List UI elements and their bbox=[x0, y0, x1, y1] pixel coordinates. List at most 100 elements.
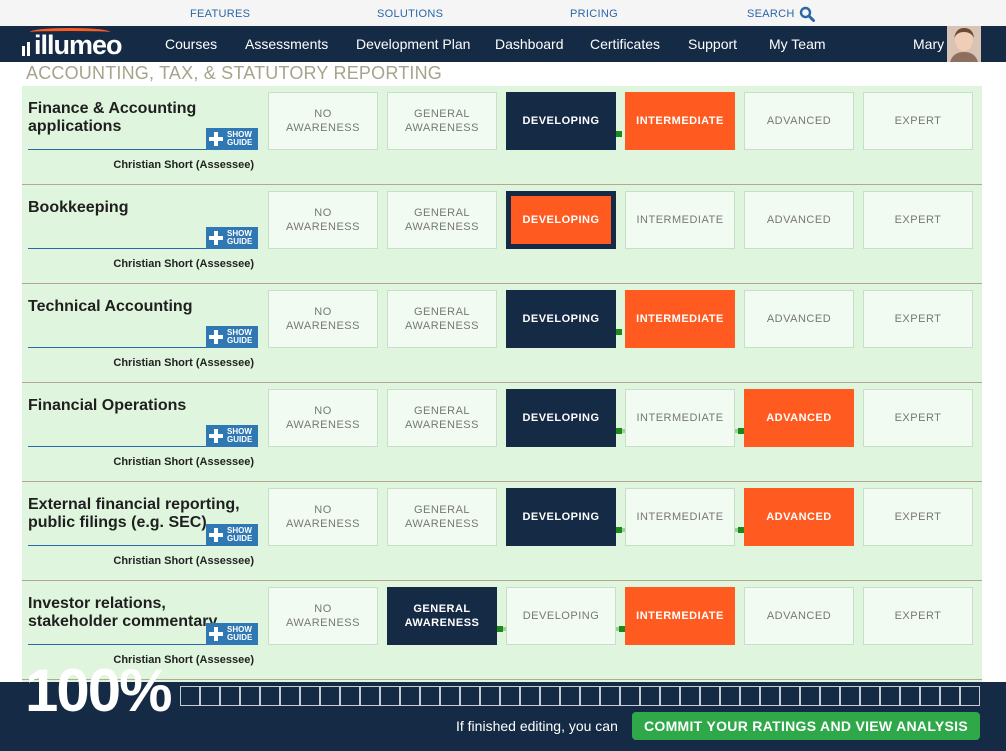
progress-cell bbox=[660, 686, 680, 706]
progress-cell bbox=[360, 686, 380, 706]
progress-cell bbox=[200, 686, 220, 706]
level-no-awareness-button[interactable]: NO AWARENESS bbox=[268, 389, 378, 447]
level-advanced-button[interactable]: ADVANCED bbox=[744, 389, 854, 447]
level-advanced-button[interactable]: ADVANCED bbox=[744, 488, 854, 546]
plus-icon bbox=[209, 528, 223, 542]
features-link[interactable]: FEATURES bbox=[190, 8, 250, 20]
level-expert-button[interactable]: EXPERT bbox=[863, 587, 973, 645]
nav-development-plan[interactable]: Development Plan bbox=[356, 36, 470, 52]
skill-name: Bookkeeping bbox=[28, 199, 129, 216]
user-name[interactable]: Mary bbox=[913, 36, 944, 52]
top-utility-bar: FEATURES SOLUTIONS PRICING SEARCH bbox=[0, 0, 1006, 26]
progress-cell bbox=[220, 686, 240, 706]
level-expert-button[interactable]: EXPERT bbox=[863, 92, 973, 150]
level-general-awareness-button[interactable]: GENERAL AWARENESS bbox=[387, 587, 497, 645]
nav-assessments[interactable]: Assessments bbox=[245, 36, 328, 52]
show-guide-label: SHOW GUIDE bbox=[227, 131, 252, 147]
nav-courses[interactable]: Courses bbox=[165, 36, 217, 52]
progress-cell bbox=[320, 686, 340, 706]
level-expert-button[interactable]: EXPERT bbox=[863, 191, 973, 249]
show-guide-label: SHOW GUIDE bbox=[227, 428, 252, 444]
level-no-awareness-button[interactable]: NO AWARENESS bbox=[268, 191, 378, 249]
level-intermediate-button[interactable]: INTERMEDIATE bbox=[625, 191, 735, 249]
avatar-portrait-icon bbox=[947, 26, 981, 62]
level-developing-button[interactable]: DEVELOPING bbox=[506, 92, 616, 150]
progress-cell bbox=[580, 686, 600, 706]
level-general-awareness-button[interactable]: GENERAL AWARENESS bbox=[387, 191, 497, 249]
level-developing-button[interactable]: DEVELOPING bbox=[506, 389, 616, 447]
show-guide-line2: GUIDE bbox=[227, 633, 253, 642]
assessee-name: Christian Short (Assessee) bbox=[113, 159, 254, 171]
commit-ratings-button[interactable]: COMMIT YOUR RATINGS AND VIEW ANALYSIS bbox=[632, 712, 980, 740]
progress-cell bbox=[840, 686, 860, 706]
progress-cell bbox=[740, 686, 760, 706]
show-guide-button[interactable]: SHOW GUIDE bbox=[206, 227, 258, 249]
progress-cell bbox=[620, 686, 640, 706]
illumeo-logo[interactable]: illumeo bbox=[22, 28, 123, 60]
show-guide-button[interactable]: SHOW GUIDE bbox=[206, 524, 258, 546]
level-no-awareness-button[interactable]: NO AWARENESS bbox=[268, 290, 378, 348]
show-guide-label: SHOW GUIDE bbox=[227, 626, 252, 642]
show-guide-label: SHOW GUIDE bbox=[227, 230, 252, 246]
level-intermediate-button[interactable]: INTERMEDIATE bbox=[625, 488, 735, 546]
show-guide-button[interactable]: SHOW GUIDE bbox=[206, 326, 258, 348]
progress-cell bbox=[380, 686, 400, 706]
nav-my-team[interactable]: My Team bbox=[769, 36, 826, 52]
level-intermediate-button[interactable]: INTERMEDIATE bbox=[625, 587, 735, 645]
level-advanced-button[interactable]: ADVANCED bbox=[744, 587, 854, 645]
level-expert-button[interactable]: EXPERT bbox=[863, 389, 973, 447]
level-no-awareness-button[interactable]: NO AWARENESS bbox=[268, 92, 378, 150]
nav-dashboard[interactable]: Dashboard bbox=[495, 36, 564, 52]
search-control[interactable]: SEARCH bbox=[747, 6, 815, 22]
progress-cells bbox=[180, 686, 980, 706]
progress-cell bbox=[700, 686, 720, 706]
search-icon[interactable] bbox=[799, 6, 815, 22]
progress-cell bbox=[440, 686, 460, 706]
show-guide-button[interactable]: SHOW GUIDE bbox=[206, 623, 258, 645]
user-avatar[interactable] bbox=[947, 26, 981, 62]
level-expert-button[interactable]: EXPERT bbox=[863, 488, 973, 546]
level-general-awareness-button[interactable]: GENERAL AWARENESS bbox=[387, 290, 497, 348]
search-link[interactable]: SEARCH bbox=[747, 8, 795, 20]
progress-cell bbox=[600, 686, 620, 706]
progress-cell bbox=[300, 686, 320, 706]
pricing-link[interactable]: PRICING bbox=[570, 8, 618, 20]
level-developing-button[interactable]: DEVELOPING bbox=[506, 191, 616, 249]
skill-name: Technical Accounting bbox=[28, 298, 193, 315]
level-advanced-button[interactable]: ADVANCED bbox=[744, 191, 854, 249]
level-intermediate-button[interactable]: INTERMEDIATE bbox=[625, 290, 735, 348]
level-developing-button[interactable]: DEVELOPING bbox=[506, 290, 616, 348]
skill-row-financial-operations: Financial Operations SHOW GUIDE Christian S… bbox=[22, 383, 982, 482]
level-expert-button[interactable]: EXPERT bbox=[863, 290, 973, 348]
level-no-awareness-button[interactable]: NO AWARENESS bbox=[268, 488, 378, 546]
level-developing-button[interactable]: DEVELOPING bbox=[506, 587, 616, 645]
nav-certificates[interactable]: Certificates bbox=[590, 36, 660, 52]
level-general-awareness-button[interactable]: GENERAL AWARENESS bbox=[387, 488, 497, 546]
progress-cell bbox=[540, 686, 560, 706]
progress-cell bbox=[340, 686, 360, 706]
level-no-awareness-button[interactable]: NO AWARENESS bbox=[268, 587, 378, 645]
level-developing-button[interactable]: DEVELOPING bbox=[506, 488, 616, 546]
level-advanced-button[interactable]: ADVANCED bbox=[744, 290, 854, 348]
show-guide-button[interactable]: SHOW GUIDE bbox=[206, 128, 258, 150]
nav-support[interactable]: Support bbox=[688, 36, 737, 52]
level-general-awareness-button[interactable]: GENERAL AWARENESS bbox=[387, 92, 497, 150]
show-guide-line2: GUIDE bbox=[227, 237, 253, 246]
progress-cell bbox=[260, 686, 280, 706]
progress-cell bbox=[960, 686, 980, 706]
progress-cell bbox=[880, 686, 900, 706]
level-intermediate-button[interactable]: INTERMEDIATE bbox=[625, 92, 735, 150]
progress-cell bbox=[780, 686, 800, 706]
plus-icon bbox=[209, 132, 223, 146]
level-advanced-button[interactable]: ADVANCED bbox=[744, 92, 854, 150]
skill-row-technical-accounting: Technical Accounting SHOW GUIDE Christian S… bbox=[22, 284, 982, 383]
plus-icon bbox=[209, 330, 223, 344]
progress-cell bbox=[460, 686, 480, 706]
assessee-name: Christian Short (Assessee) bbox=[113, 357, 254, 369]
level-general-awareness-button[interactable]: GENERAL AWARENESS bbox=[387, 389, 497, 447]
level-intermediate-button[interactable]: INTERMEDIATE bbox=[625, 389, 735, 447]
progress-cell bbox=[920, 686, 940, 706]
solutions-link[interactable]: SOLUTIONS bbox=[377, 8, 443, 20]
connector-start-marker bbox=[616, 527, 622, 533]
show-guide-button[interactable]: SHOW GUIDE bbox=[206, 425, 258, 447]
